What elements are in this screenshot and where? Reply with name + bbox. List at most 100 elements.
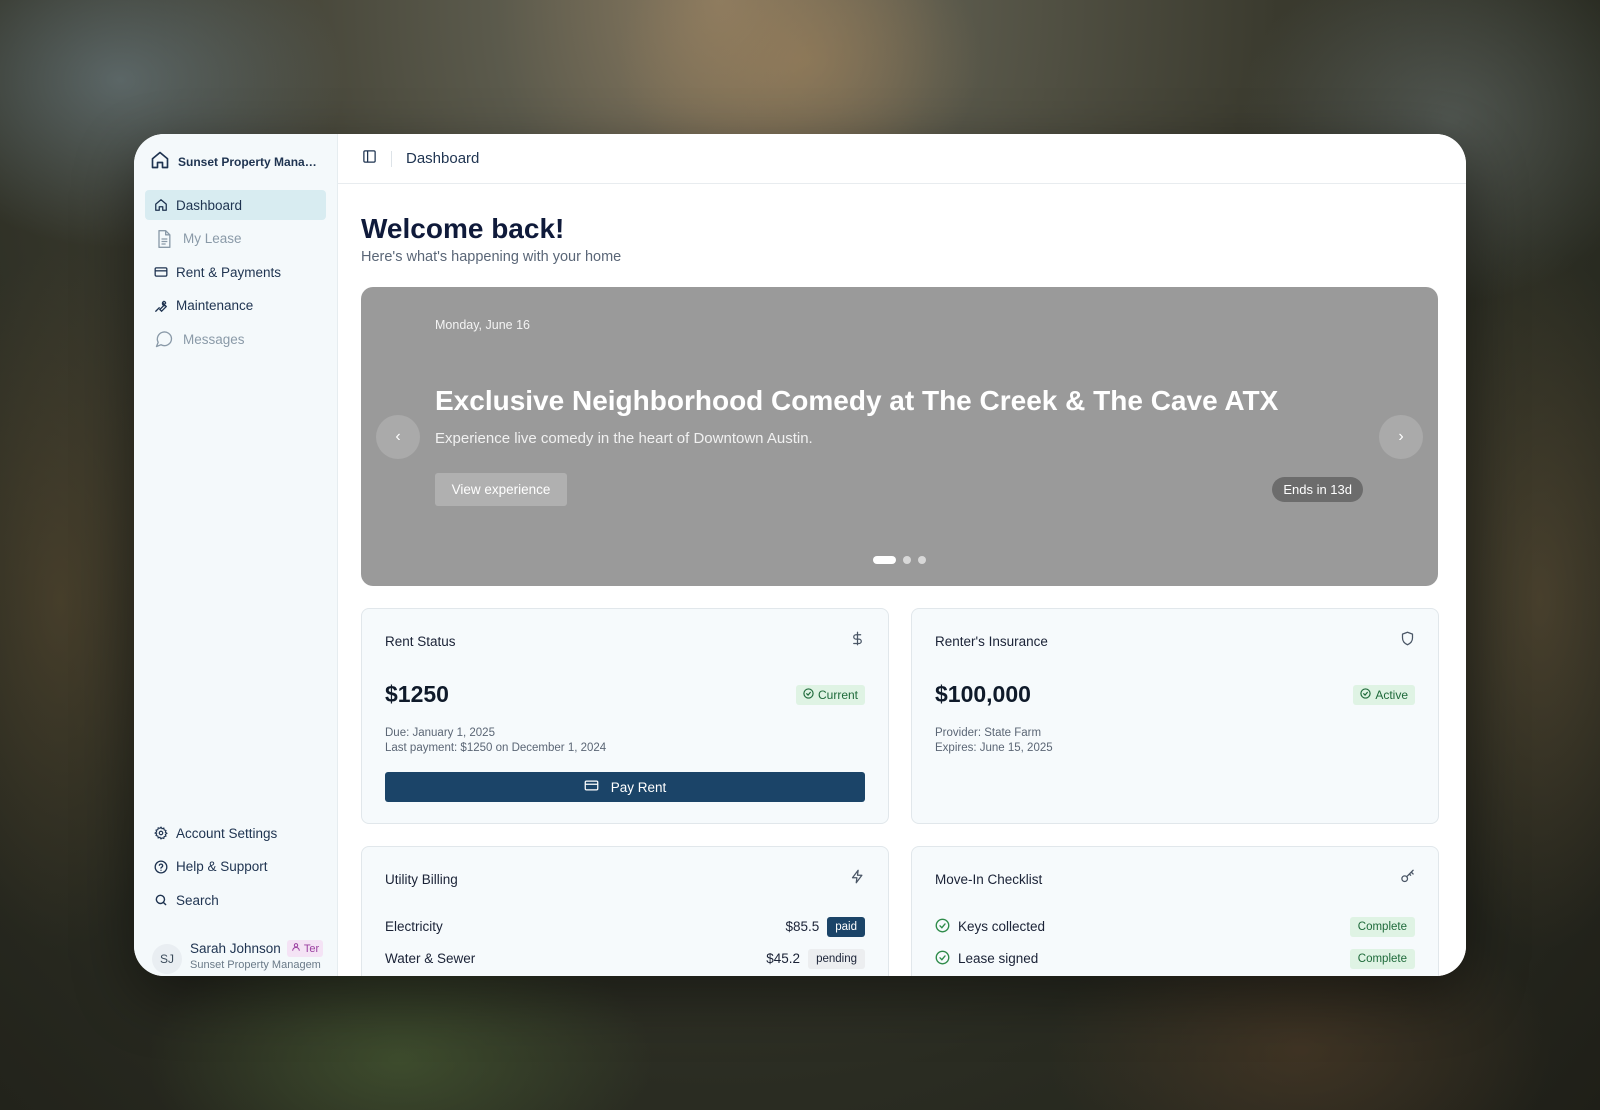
- card-title: Renter's Insurance: [935, 633, 1048, 649]
- utility-list: Electricity $85.5 paid Water & Sewer $45…: [385, 915, 865, 970]
- welcome-subtitle: Here's what's happening with your home: [361, 249, 622, 265]
- sidebar-item-label: My Lease: [183, 231, 242, 246]
- sidebar-item-label: Help & Support: [176, 859, 268, 874]
- sidebar: Sunset Property Manage... Dashboard My L…: [134, 134, 338, 976]
- checklist-row: Keys collected Complete: [935, 915, 1415, 938]
- pay-rent-button[interactable]: Pay Rent: [385, 772, 865, 802]
- check-circle-icon: [935, 950, 950, 968]
- sidebar-item-search[interactable]: Search: [145, 885, 326, 915]
- checklist-label: Keys collected: [958, 919, 1046, 934]
- rent-due: Due: January 1, 2025: [385, 727, 495, 739]
- brand[interactable]: Sunset Property Manage...: [134, 134, 337, 190]
- status-badge: Complete: [1349, 948, 1415, 969]
- page-title: Dashboard: [406, 150, 480, 167]
- sidebar-toggle-icon[interactable]: [362, 149, 377, 169]
- hero-carousel: ‹ Monday, June 16 Exclusive Neighborhood…: [361, 287, 1438, 586]
- status-badge: paid: [827, 916, 865, 937]
- document-icon: [153, 228, 175, 250]
- card-title: Rent Status: [385, 633, 456, 649]
- checklist-label: Lease signed: [958, 951, 1039, 966]
- pay-rent-label: Pay Rent: [610, 779, 667, 795]
- carousel-next-button[interactable]: ›: [1379, 415, 1423, 459]
- sidebar-item-label: Rent & Payments: [176, 264, 282, 280]
- status-badge: Active: [1353, 684, 1415, 705]
- carousel-dot[interactable]: [903, 556, 911, 564]
- status-badge: pending: [808, 948, 865, 969]
- utility-billing-card: Utility Billing Electricity $85.5 paid W…: [361, 846, 889, 976]
- dollar-icon: [850, 631, 865, 651]
- status-label: Active: [1375, 687, 1408, 702]
- lightning-icon: [850, 869, 865, 889]
- shield-icon: [1400, 631, 1415, 651]
- topbar: Dashboard: [338, 134, 1466, 184]
- status-badge: Complete: [1349, 916, 1415, 937]
- sidebar-item-my-lease[interactable]: My Lease: [145, 224, 326, 254]
- rent-last-payment: Last payment: $1250 on December 1, 2024: [385, 742, 607, 754]
- carousel-dot[interactable]: [873, 556, 896, 564]
- utility-label: Electricity: [385, 919, 443, 934]
- welcome-heading: Welcome back!: [361, 213, 565, 244]
- sidebar-item-label: Search: [176, 892, 219, 908]
- cards-grid: Rent Status $1250 Current Due: January 1…: [361, 608, 1443, 976]
- sidebar-item-maintenance[interactable]: Maintenance: [145, 291, 326, 321]
- sidebar-bottom-nav: Account Settings Help & Support Search: [145, 818, 326, 919]
- sidebar-item-label: Maintenance: [176, 298, 254, 313]
- chevron-right-icon: ›: [1398, 428, 1404, 445]
- credit-card-icon: [153, 265, 168, 280]
- utility-row: Electricity $85.5 paid: [385, 915, 865, 938]
- check-circle-icon: [803, 687, 814, 702]
- insurance-provider: Provider: State Farm: [935, 727, 1042, 739]
- card-title: Utility Billing: [385, 871, 458, 887]
- user-info: Sarah Johnson Ter Sunset Property Manage…: [190, 940, 324, 971]
- sidebar-nav: Dashboard My Lease Rent & Payments Maint…: [134, 190, 337, 354]
- role-badge: Ter: [286, 940, 324, 957]
- renters-insurance-card: Renter's Insurance $100,000 Active Provi…: [911, 608, 1439, 824]
- hero-date: Monday, June 16: [435, 318, 530, 332]
- insurance-expires: Expires: June 15, 2025: [935, 742, 1053, 754]
- avatar: SJ: [152, 944, 182, 974]
- status-label: Current: [817, 687, 858, 702]
- hero-subtitle: Experience live comedy in the heart of D…: [435, 430, 813, 447]
- chevron-left-icon: ‹: [395, 428, 401, 445]
- user-name: Sarah Johnson: [190, 941, 281, 956]
- chat-bubble-icon: [153, 328, 175, 350]
- gear-icon: [153, 826, 168, 841]
- user-icon: [291, 942, 301, 955]
- rent-status-card: Rent Status $1250 Current Due: January 1…: [361, 608, 889, 824]
- carousel-dot[interactable]: [918, 556, 926, 564]
- credit-card-icon: [584, 778, 599, 796]
- brand-name: Sunset Property Manage...: [178, 155, 323, 169]
- sidebar-item-dashboard[interactable]: Dashboard: [145, 190, 326, 220]
- sidebar-item-help-support[interactable]: Help & Support: [145, 852, 326, 882]
- move-in-checklist-card: Move-In Checklist Keys collected Complet…: [911, 846, 1439, 976]
- user-org: Sunset Property Managem: [190, 959, 321, 971]
- hero-title: Exclusive Neighborhood Comedy at The Cre…: [435, 385, 1279, 416]
- user-profile[interactable]: SJ Sarah Johnson Ter Sunset Property Man…: [152, 940, 332, 974]
- help-circle-icon: [153, 859, 168, 874]
- utility-amount: $45.2: [766, 951, 801, 966]
- utility-amount: $85.5: [785, 919, 820, 934]
- rent-amount: $1250: [385, 681, 449, 707]
- checklist: Keys collected Complete Lease signed Com…: [935, 915, 1415, 970]
- utility-label: Water & Sewer: [385, 951, 476, 966]
- view-experience-button[interactable]: View experience: [435, 473, 567, 506]
- user-name-line: Sarah Johnson Ter: [190, 940, 324, 957]
- check-circle-icon: [1360, 687, 1371, 702]
- sidebar-item-messages[interactable]: Messages: [145, 324, 326, 354]
- dashboard-content: Welcome back! Here's what's happening wi…: [338, 213, 1466, 976]
- sidebar-item-label: Account Settings: [176, 825, 278, 841]
- sidebar-item-label: Dashboard: [176, 197, 243, 213]
- carousel-prev-button[interactable]: ‹: [376, 415, 420, 459]
- sidebar-item-label: Messages: [183, 331, 245, 347]
- main-content: Dashboard Welcome back! Here's what's ha…: [338, 134, 1466, 976]
- check-circle-icon: [935, 918, 950, 936]
- sidebar-item-account-settings[interactable]: Account Settings: [145, 818, 326, 848]
- search-icon: [153, 893, 168, 908]
- key-icon: [1400, 869, 1415, 889]
- role-label: Ter: [303, 942, 320, 955]
- coverage-amount: $100,000: [935, 681, 1031, 707]
- topbar-divider: [391, 150, 392, 167]
- sidebar-item-rent-payments[interactable]: Rent & Payments: [145, 257, 326, 287]
- wrench-icon: [153, 298, 168, 313]
- card-title: Move-In Checklist: [935, 871, 1043, 887]
